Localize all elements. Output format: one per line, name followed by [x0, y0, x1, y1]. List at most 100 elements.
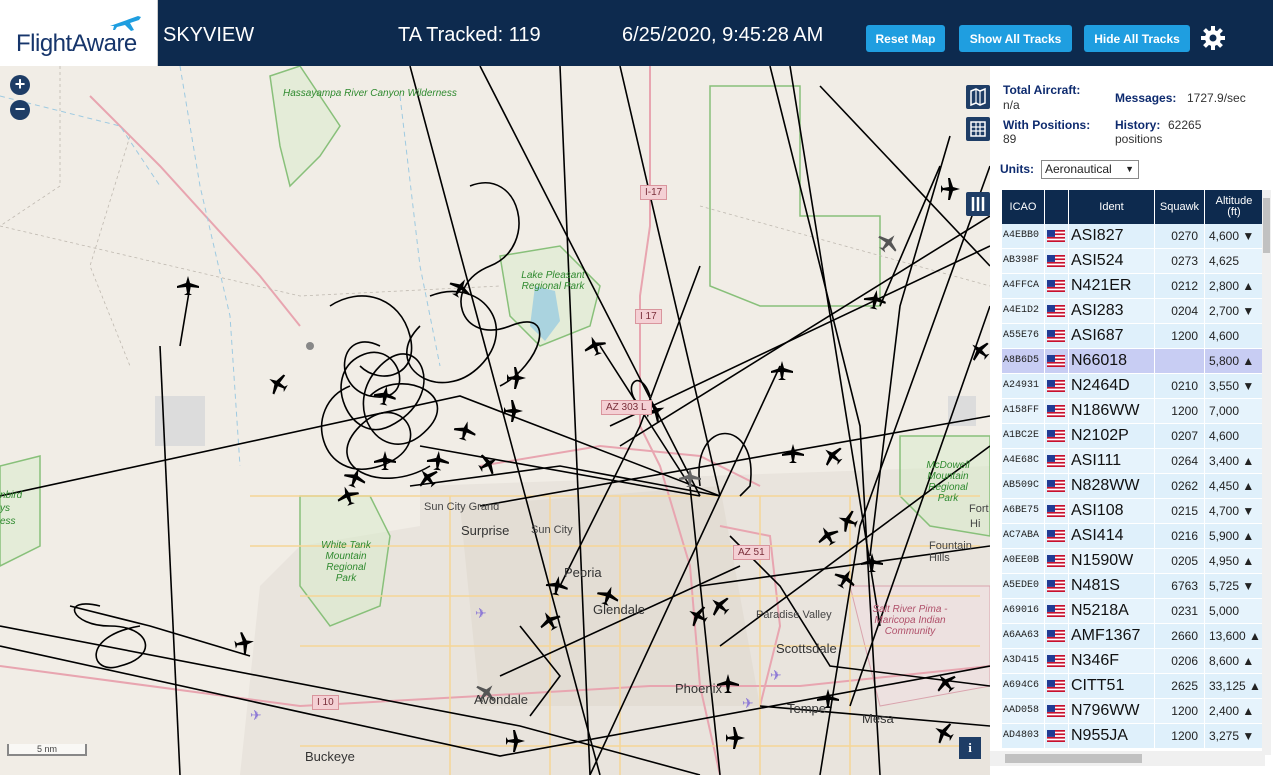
table-row[interactable]: AAD058 N796WW 1200 2,400 ▲: [1002, 699, 1264, 724]
altitude-cell: 13,600 ▲: [1205, 624, 1264, 648]
history-value: 62265: [1168, 118, 1202, 132]
us-flag-icon: [1047, 680, 1065, 692]
icao-cell: A4FFCA: [1002, 274, 1045, 298]
ident-cell: ASI414: [1069, 524, 1155, 548]
table-row[interactable]: A24931 N2464D 0210 3,550 ▼: [1002, 374, 1264, 399]
table-row[interactable]: A8B6D5 N66018 5,800 ▲: [1002, 349, 1264, 374]
highway-shield: AZ 51: [733, 545, 770, 560]
icao-cell: A694C6: [1002, 674, 1045, 698]
ident-cell: N481S: [1069, 574, 1155, 598]
ident-cell: N955JA: [1069, 724, 1155, 748]
col-squawk[interactable]: Squawk: [1155, 190, 1205, 224]
table-row[interactable]: A4FFCA N421ER 0212 2,800 ▲: [1002, 274, 1264, 299]
reset-map-button[interactable]: Reset Map: [866, 25, 945, 52]
icao-cell: AB509C: [1002, 474, 1045, 498]
col-ident[interactable]: Ident: [1069, 190, 1155, 224]
city-label: Glendale: [593, 602, 646, 617]
squawk-cell: 0215: [1155, 499, 1205, 523]
table-row[interactable]: A55E76 ASI687 1200 4,600: [1002, 324, 1264, 349]
zoom-out-button[interactable]: −: [10, 100, 30, 120]
squawk-cell: 1200: [1155, 324, 1205, 348]
table-row[interactable]: A5EDE0 N481S 6763 5,725 ▼: [1002, 574, 1264, 599]
table-row[interactable]: AD4803 N955JA 1200 3,275 ▼: [1002, 724, 1264, 749]
table-row[interactable]: A694C6 CITT51 2625 33,125 ▲: [1002, 674, 1264, 699]
altitude-cell: 33,125 ▲: [1205, 674, 1264, 698]
us-flag-icon: [1047, 630, 1065, 642]
flag-cell: [1045, 699, 1069, 723]
table-row[interactable]: A4EBB0 ASI827 0270 4,600 ▼: [1002, 224, 1264, 249]
total-aircraft-label: Total Aircraft:: [1003, 83, 1081, 97]
us-flag-icon: [1047, 255, 1065, 267]
flag-cell: [1045, 599, 1069, 623]
columns-icon[interactable]: [966, 192, 990, 216]
flag-cell: [1045, 649, 1069, 673]
altitude-cell: 3,400 ▲: [1205, 449, 1264, 473]
flightaware-logo[interactable]: FlightAware: [0, 0, 158, 66]
map-layers-icon[interactable]: [966, 85, 990, 109]
table-row[interactable]: A6BE75 ASI108 0215 4,700 ▼: [1002, 499, 1264, 524]
altitude-cell: 3,275 ▼: [1205, 724, 1264, 748]
with-positions-value: 89: [1003, 132, 1017, 146]
table-row[interactable]: AB398F ASI524 0273 4,625: [1002, 249, 1264, 274]
units-select[interactable]: Aeronautical ▼: [1041, 160, 1139, 179]
squawk-cell: 2660: [1155, 624, 1205, 648]
icao-cell: A158FF: [1002, 399, 1045, 423]
altitude-cell: 8,600 ▲: [1205, 649, 1264, 673]
icao-cell: A6BE75: [1002, 499, 1045, 523]
table-row[interactable]: A158FF N186WW 1200 7,000: [1002, 399, 1264, 424]
squawk-cell: 0212: [1155, 274, 1205, 298]
edge-label: ess: [0, 516, 16, 527]
table-row[interactable]: A4E1D2 ASI283 0204 2,700 ▼: [1002, 299, 1264, 324]
col-icao[interactable]: ICAO: [1002, 190, 1045, 224]
icao-cell: A24931: [1002, 374, 1045, 398]
us-flag-icon: [1047, 405, 1065, 417]
col-altitude[interactable]: Altitude (ft): [1205, 190, 1264, 224]
city-label: Paradise Valley: [756, 609, 832, 621]
squawk-cell: 0207: [1155, 424, 1205, 448]
chevron-down-icon: ▼: [1125, 164, 1134, 174]
ident-cell: ASI524: [1069, 249, 1155, 273]
grid-icon[interactable]: [966, 117, 990, 141]
vertical-scrollbar-thumb[interactable]: [1263, 198, 1270, 253]
us-flag-icon: [1047, 555, 1065, 567]
table-row[interactable]: A0EE0B N1590W 0205 4,950 ▲: [1002, 549, 1264, 574]
table-row[interactable]: AC7ABA ASI414 0216 5,900 ▲: [1002, 524, 1264, 549]
altitude-cell: 2,400 ▲: [1205, 699, 1264, 723]
icao-cell: A69016: [1002, 599, 1045, 623]
park-label: Lake Pleasant Regional Park: [521, 270, 585, 292]
flag-cell: [1045, 549, 1069, 573]
park-label: McDowell Mountain Regional Park: [926, 460, 970, 504]
us-flag-icon: [1047, 480, 1065, 492]
ident-cell: ASI111: [1069, 449, 1155, 473]
city-label: Tempe: [787, 701, 827, 716]
squawk-cell: 1200: [1155, 399, 1205, 423]
squawk-cell: 0262: [1155, 474, 1205, 498]
info-button[interactable]: i: [959, 737, 981, 759]
ident-cell: ASI283: [1069, 299, 1155, 323]
edge-label: Fort: [969, 503, 989, 515]
map-canvas[interactable]: ✈ ✈ ✈ ✈: [0, 66, 990, 775]
horizontal-scrollbar-thumb[interactable]: [1005, 754, 1142, 763]
table-row[interactable]: A1BC2E N2102P 0207 4,600: [1002, 424, 1264, 449]
table-row[interactable]: A3D415 N346F 0206 8,600 ▲: [1002, 649, 1264, 674]
ident-cell: N421ER: [1069, 274, 1155, 298]
squawk-cell: 2625: [1155, 674, 1205, 698]
park-label: Hassayampa River Canyon Wilderness: [283, 88, 457, 99]
squawk-cell: 1200: [1155, 724, 1205, 748]
table-row[interactable]: A6AA63 AMF1367 2660 13,600 ▲: [1002, 624, 1264, 649]
table-row[interactable]: A69016 N5218A 0231 5,000: [1002, 599, 1264, 624]
us-flag-icon: [1047, 330, 1065, 342]
table-row[interactable]: A4E68C ASI111 0264 3,400 ▲: [1002, 449, 1264, 474]
zoom-in-button[interactable]: +: [10, 75, 30, 95]
gear-icon[interactable]: [1199, 24, 1227, 52]
altitude-cell: 5,725 ▼: [1205, 574, 1264, 598]
hide-all-tracks-button[interactable]: Hide All Tracks: [1084, 25, 1190, 52]
top-header: FlightAware SKYVIEW TA Tracked: 119 6/25…: [0, 0, 1273, 66]
map-view[interactable]: ✈ ✈ ✈ ✈ Hassayampa River Canyon Wilderness …: [0, 66, 990, 775]
vertical-scrollbar[interactable]: [1262, 190, 1271, 755]
table-row[interactable]: AB509C N828WW 0262 4,450 ▲: [1002, 474, 1264, 499]
show-all-tracks-button[interactable]: Show All Tracks: [959, 25, 1072, 52]
us-flag-icon: [1047, 305, 1065, 317]
squawk-cell: 0205: [1155, 549, 1205, 573]
icao-cell: A1BC2E: [1002, 424, 1045, 448]
